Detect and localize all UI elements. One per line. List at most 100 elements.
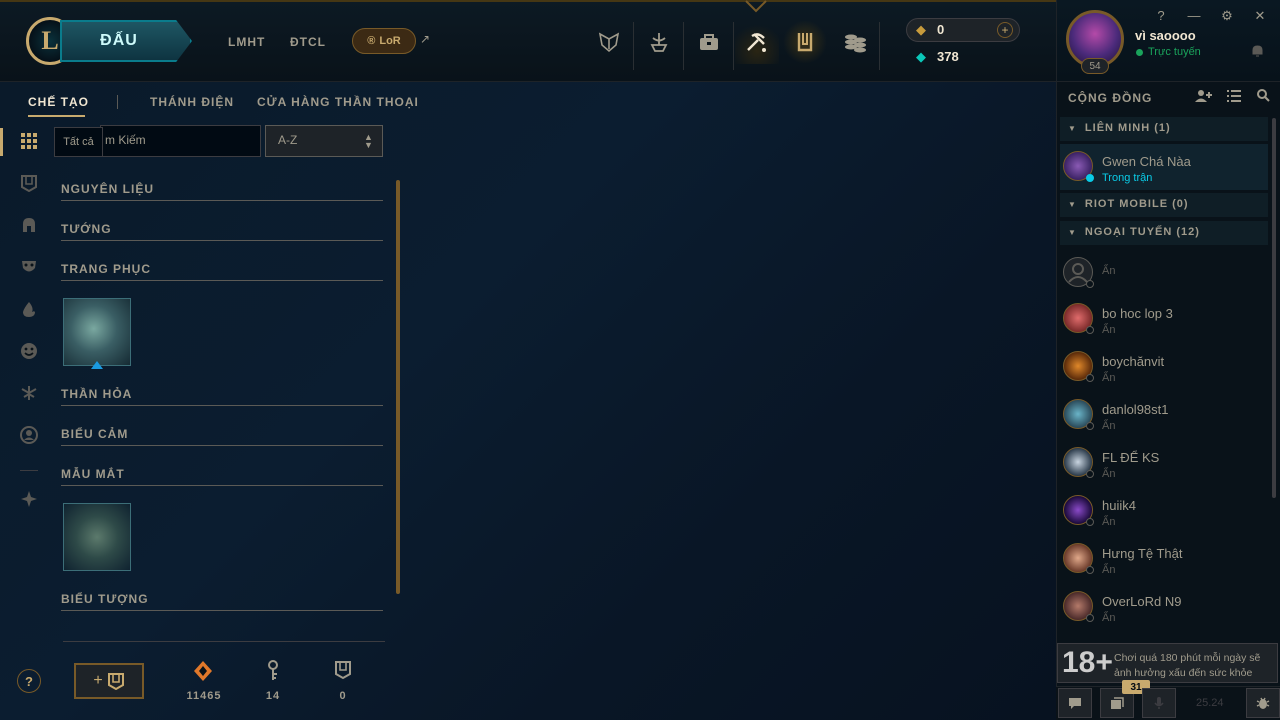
section-mythic[interactable]: THẦN HỎA (61, 387, 383, 406)
section-icons[interactable]: BIỂU TƯỢNG (61, 592, 383, 611)
top-accent-line (0, 0, 1056, 2)
group-label: LIÊN MINH (1) (1084, 122, 1171, 134)
collapse-triangle-icon: ▼ (1068, 124, 1077, 133)
section-materials[interactable]: NGUYÊN LIỆU (61, 182, 383, 201)
offline-status-dot (1086, 326, 1094, 334)
active-caret-icon (745, 0, 767, 13)
loot-item-ward[interactable] (63, 503, 131, 571)
tab-mythic-shop[interactable]: CỬA HÀNG THẦN THOẠI (257, 95, 419, 109)
friend-row[interactable]: huiik4 Ẩn (1060, 488, 1268, 534)
friend-status: Trong trận (1102, 172, 1153, 184)
notification-bell-icon[interactable] (1251, 44, 1264, 61)
orange-essence-value: 11465 (186, 690, 222, 702)
friend-name: boychănvit (1102, 354, 1165, 369)
friend-list-icon[interactable] (1227, 89, 1241, 105)
tab-sanctum[interactable]: THÁNH ĐIỆN (150, 95, 234, 109)
lor-label: LoR (379, 35, 401, 47)
nav-separator (633, 22, 634, 70)
help-icon[interactable]: ? (1153, 8, 1169, 23)
nav-separator (879, 22, 880, 70)
friend-status: Ẩn (1102, 516, 1116, 528)
external-link-icon: ↗ (420, 32, 431, 46)
chest-icon (107, 673, 124, 690)
grid-all-icon[interactable] (19, 131, 39, 151)
online-status-text[interactable]: Trực tuyến (1148, 46, 1201, 58)
friend-status: Ẩn (1102, 420, 1116, 432)
friend-row[interactable]: Gwen Chá Nàa Trong trận (1060, 144, 1268, 190)
nav-link-dtcl[interactable]: ĐTCL (290, 35, 326, 49)
add-friend-icon[interactable] (1195, 89, 1213, 106)
friend-status: Ẩn (1102, 468, 1116, 480)
ward-flame-icon[interactable] (19, 299, 39, 319)
ward-skin-icon[interactable] (19, 383, 39, 403)
section-skins[interactable]: TRANG PHỤC (61, 262, 383, 281)
collection-icon[interactable] (687, 20, 731, 64)
summoner-name[interactable]: vì saoooo (1135, 28, 1196, 43)
champion-helmet-icon[interactable] (19, 215, 39, 235)
friend-row[interactable]: Ẩn (1060, 250, 1268, 296)
chest-icon[interactable] (19, 173, 39, 193)
play-button[interactable]: ĐẤU (60, 20, 192, 62)
friend-row[interactable]: danlol98st1 Ẩn (1060, 392, 1268, 438)
lor-button[interactable]: ® LoR (352, 28, 416, 54)
chest-count-icon (323, 660, 363, 685)
filter-tooltip: Tất cả (54, 127, 103, 157)
loot-item-skin[interactable] (63, 298, 131, 366)
add-rp-button[interactable]: + (997, 22, 1013, 38)
collapse-triangle-icon: ▼ (1068, 200, 1077, 209)
loot-icon[interactable] (735, 20, 779, 64)
friend-status: Ẩn (1102, 612, 1116, 624)
friend-status: Ẩn (1102, 372, 1116, 384)
friend-name: danlol98st1 (1102, 402, 1169, 417)
item-marker-icon (91, 361, 103, 369)
store-icon[interactable] (783, 20, 827, 64)
friend-row[interactable]: OverLoRd N9 Ẩn (1060, 584, 1268, 630)
currency-icon[interactable] (833, 20, 877, 64)
search-input[interactable]: m Kiếm (100, 125, 261, 157)
group-header-clan[interactable]: ▼ LIÊN MINH (1) (1060, 117, 1268, 141)
minimize-icon[interactable]: — (1186, 8, 1202, 23)
group-header-riot-mobile[interactable]: ▼ RIOT MOBILE (0) (1060, 193, 1268, 217)
key-count-value: 14 (265, 690, 281, 702)
sort-chevron-icon: ▲ ▼ (364, 132, 373, 150)
tab-crafting[interactable]: CHẾ TẠO (28, 95, 89, 109)
friend-row[interactable]: FL ĐỂ KS Ẩn (1060, 440, 1268, 486)
age-rating-badge: 18+ (1062, 646, 1113, 679)
friend-name: OverLoRd N9 (1102, 594, 1182, 609)
clash-icon[interactable] (587, 20, 631, 64)
craft-chest-button[interactable]: + (74, 663, 144, 699)
microphone-icon[interactable] (1142, 688, 1176, 718)
chat-icon[interactable] (1058, 688, 1092, 718)
loot-help-button[interactable]: ? (17, 669, 41, 693)
friend-name: Gwen Chá Nàa (1102, 154, 1191, 169)
friend-name: huiik4 (1102, 498, 1136, 513)
close-icon[interactable]: ✕ (1252, 8, 1268, 24)
offline-status-dot (1086, 470, 1094, 478)
friend-row[interactable]: Hưng Tệ Thật Ẩn (1060, 536, 1268, 582)
offline-status-dot (1086, 518, 1094, 526)
rp-icon: ◆ (916, 22, 926, 37)
emote-face-icon[interactable] (19, 341, 39, 361)
friend-row[interactable]: boychănvit Ẩn (1060, 344, 1268, 390)
profile-icon-icon[interactable] (19, 425, 39, 445)
offline-status-dot (1086, 422, 1094, 430)
nav-link-lmht[interactable]: LMHT (228, 35, 265, 49)
friend-row[interactable]: bo hoc lop 3 Ẩn (1060, 296, 1268, 342)
offline-status-dot (1086, 566, 1094, 574)
ranked-icon[interactable] (637, 20, 681, 64)
bug-report-icon[interactable] (1246, 688, 1280, 718)
search-icon[interactable] (1257, 89, 1270, 105)
social-header-title: CỘNG ĐỒNG (1068, 91, 1153, 105)
social-scrollbar[interactable] (1272, 118, 1276, 498)
materials-icon[interactable] (19, 489, 39, 509)
lor-r-icon: ® (367, 35, 376, 47)
group-header-offline[interactable]: ▼ NGOẠI TUYẾN (12) (1060, 221, 1268, 245)
section-emotes[interactable]: BIỂU CẢM (61, 427, 383, 446)
skin-mask-icon[interactable] (19, 257, 39, 277)
loot-list-scrollbar[interactable] (396, 180, 400, 594)
section-champions[interactable]: TƯỚNG (61, 222, 383, 241)
settings-gear-icon[interactable]: ⚙ (1219, 8, 1235, 24)
group-label: NGOẠI TUYẾN (12) (1084, 226, 1200, 238)
orange-essence-icon (183, 660, 223, 687)
section-ward-skins[interactable]: MẪU MẮT (61, 467, 383, 486)
